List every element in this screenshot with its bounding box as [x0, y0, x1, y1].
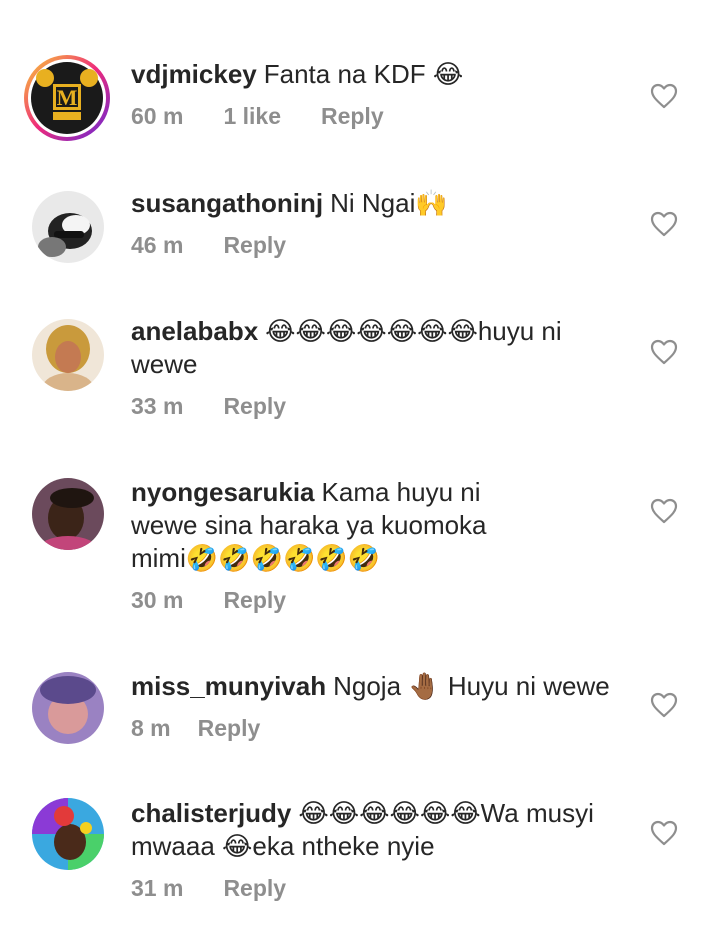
comment-text-block: anelababx 😂😂😂😂😂😂😂huyu ni wewe [131, 315, 631, 381]
avatar[interactable] [32, 672, 104, 744]
timestamp: 33 m [131, 393, 184, 419]
comment-body: susangathoninj Ni Ngai🙌 46 m Reply [131, 187, 631, 259]
reply-button[interactable]: Reply [198, 715, 261, 742]
comment-text: Ngoja 🤚🏾 Huyu ni wewe [333, 671, 610, 701]
timestamp: 31 m [131, 875, 184, 901]
comment-meta: 8 m Reply [131, 715, 631, 742]
avatar[interactable] [32, 478, 104, 550]
username[interactable]: miss_munyivah [131, 671, 326, 701]
username[interactable]: anelababx [131, 316, 258, 346]
username[interactable]: susangathoninj [131, 188, 323, 218]
comment-meta: 60 m 1 like Reply [131, 103, 631, 130]
svg-text:M: M [57, 85, 78, 110]
avatar[interactable]: M [24, 55, 110, 141]
comment-body: nyongesarukia Kama huyu ni wewe sina hara… [131, 476, 631, 614]
heart-outline-icon[interactable] [650, 211, 678, 237]
avatar-image [32, 672, 104, 744]
avatar[interactable] [32, 319, 104, 391]
avatar-image [32, 478, 104, 550]
comment-text-block: miss_munyivah Ngoja 🤚🏾 Huyu ni wewe [131, 670, 631, 703]
username[interactable]: chalisterjudy [131, 798, 291, 828]
reply-button[interactable]: Reply [223, 232, 286, 259]
reply-button[interactable]: Reply [321, 103, 384, 130]
reply-button[interactable]: Reply [223, 587, 286, 614]
comment-text-block: chalisterjudy 😂😂😂😂😂😂Wa musyi mwaaa 😂eka n… [131, 797, 631, 863]
heart-outline-icon[interactable] [650, 692, 678, 718]
avatar-image [32, 319, 104, 391]
reply-button[interactable]: Reply [223, 875, 286, 902]
avatar-image [32, 191, 104, 263]
comment-text-block: susangathoninj Ni Ngai🙌 [131, 187, 631, 220]
comment-text-block: vdjmickey Fanta na KDF 😂 [131, 58, 631, 91]
comment-meta: 31 m Reply [131, 875, 631, 902]
heart-outline-icon[interactable] [650, 498, 678, 524]
comment-body: miss_munyivah Ngoja 🤚🏾 Huyu ni wewe 8 m R… [131, 670, 631, 742]
heart-outline-icon[interactable] [650, 339, 678, 365]
avatar[interactable] [32, 191, 104, 263]
avatar[interactable] [32, 798, 104, 870]
timestamp: 8 m [131, 715, 171, 741]
timestamp: 30 m [131, 587, 184, 613]
comment-text: Ni Ngai🙌 [330, 188, 448, 218]
like-count[interactable]: 1 like [223, 103, 281, 130]
comment-text: Fanta na KDF 😂 [263, 59, 464, 89]
heart-outline-icon[interactable] [650, 820, 678, 846]
username[interactable]: vdjmickey [131, 59, 257, 89]
username[interactable]: nyongesarukia [131, 477, 315, 507]
avatar-image: M [31, 62, 103, 134]
timestamp: 60 m [131, 103, 184, 129]
timestamp: 46 m [131, 232, 184, 258]
comment-body: chalisterjudy 😂😂😂😂😂😂Wa musyi mwaaa 😂eka n… [131, 797, 631, 902]
avatar-image [32, 798, 104, 870]
comment-meta: 33 m Reply [131, 393, 631, 420]
comment-body: vdjmickey Fanta na KDF 😂 60 m 1 like Repl… [131, 58, 631, 130]
comment-meta: 46 m Reply [131, 232, 631, 259]
comment-text-block: nyongesarukia Kama huyu ni wewe sina hara… [131, 476, 521, 575]
comment-body: anelababx 😂😂😂😂😂😂😂huyu ni wewe 33 m Reply [131, 315, 631, 420]
heart-outline-icon[interactable] [650, 83, 678, 109]
reply-button[interactable]: Reply [223, 393, 286, 420]
comment-meta: 30 m Reply [131, 587, 631, 614]
